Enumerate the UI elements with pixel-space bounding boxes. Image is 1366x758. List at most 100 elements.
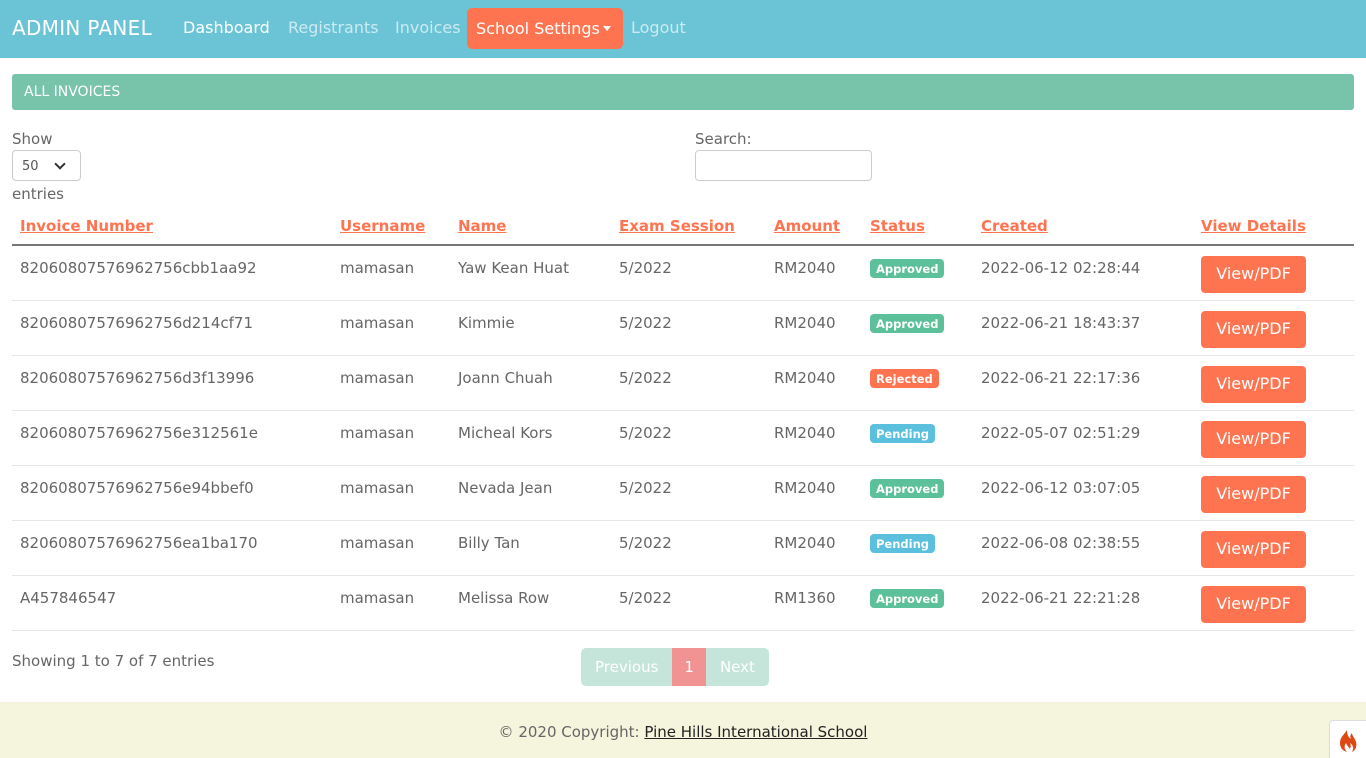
created-date: 2022-06-12 03:07:05: [981, 479, 1141, 497]
view-pdf-button[interactable]: View/PDF: [1201, 366, 1306, 403]
amount: RM2040: [774, 424, 836, 442]
status-badge: Approved: [870, 479, 945, 498]
pagination: Previous 1 Next: [581, 648, 769, 686]
status-badge: Pending: [870, 534, 936, 553]
table-row: A457846547 mamasan Melissa Row 5/2022 RM…: [12, 576, 1354, 631]
view-pdf-button[interactable]: View/PDF: [1201, 531, 1306, 568]
status-badge: Rejected: [870, 369, 939, 388]
copyright-text: © 2020 Copyright:: [498, 723, 645, 741]
entries-length-value: 50: [22, 159, 39, 174]
footer: © 2020 Copyright: Pine Hills Internation…: [0, 702, 1366, 758]
invoice-number: 82060807576962756ea1ba170: [20, 534, 258, 552]
search-input[interactable]: [695, 150, 872, 181]
exam-session: 5/2022: [619, 369, 672, 387]
footer-copyright: © 2020 Copyright: Pine Hills Internation…: [0, 723, 1366, 741]
status-badge: Approved: [870, 314, 945, 333]
search-label: Search:: [695, 130, 752, 148]
caret-down-icon: [602, 26, 611, 31]
col-header-exam-session[interactable]: Exam Session: [619, 217, 735, 235]
registrant-name: Yaw Kean Huat: [458, 259, 569, 277]
col-header-username[interactable]: Username: [340, 217, 425, 235]
exam-session: 5/2022: [619, 479, 672, 497]
show-label: Show: [12, 130, 53, 148]
amount: RM1360: [774, 589, 836, 607]
view-pdf-button[interactable]: View/PDF: [1201, 311, 1306, 348]
invoice-number: A457846547: [20, 589, 117, 607]
school-link[interactable]: Pine Hills International School: [644, 723, 867, 741]
amount: RM2040: [774, 479, 836, 497]
username: mamasan: [340, 534, 415, 552]
username: mamasan: [340, 259, 415, 277]
amount: RM2040: [774, 534, 836, 552]
view-pdf-button[interactable]: View/PDF: [1201, 586, 1306, 623]
col-header-view-details[interactable]: View Details: [1201, 217, 1306, 235]
brand-title[interactable]: ADMIN PANEL: [12, 16, 152, 40]
status-badge: Approved: [870, 589, 945, 608]
registrant-name: Micheal Kors: [458, 424, 553, 442]
exam-session: 5/2022: [619, 314, 672, 332]
table-row: 82060807576962756e312561e mamasan Michea…: [12, 411, 1354, 466]
nav-school-settings-label: School Settings: [476, 19, 600, 38]
nav-registrants[interactable]: Registrants: [288, 18, 379, 37]
status-badge: Pending: [870, 424, 936, 443]
created-date: 2022-06-21 22:17:36: [981, 369, 1141, 387]
invoice-number: 82060807576962756d3f13996: [20, 369, 255, 387]
created-date: 2022-06-21 22:21:28: [981, 589, 1141, 607]
invoice-number: 82060807576962756e312561e: [20, 424, 258, 442]
table-row: 82060807576962756e94bbef0 mamasan Nevada…: [12, 466, 1354, 521]
exam-session: 5/2022: [619, 259, 672, 277]
nav-logout[interactable]: Logout: [631, 18, 686, 37]
entries-label: entries: [12, 185, 64, 203]
codeigniter-flame-icon: [1340, 730, 1357, 752]
entries-length-select[interactable]: 50: [12, 150, 81, 181]
table-row: 82060807576962756d3f13996 mamasan Joann …: [12, 356, 1354, 411]
card-header: ALL INVOICES: [12, 74, 1354, 110]
view-pdf-button[interactable]: View/PDF: [1201, 256, 1306, 293]
amount: RM2040: [774, 314, 836, 332]
table-row: 82060807576962756ea1ba170 mamasan Billy …: [12, 521, 1354, 576]
nav-invoices[interactable]: Invoices: [395, 18, 461, 37]
table-info: Showing 1 to 7 of 7 entries: [12, 652, 215, 670]
col-header-amount[interactable]: Amount: [774, 217, 840, 235]
created-date: 2022-06-08 02:38:55: [981, 534, 1141, 552]
col-header-created[interactable]: Created: [981, 217, 1048, 235]
invoice-number: 82060807576962756cbb1aa92: [20, 259, 257, 277]
username: mamasan: [340, 589, 415, 607]
registrant-name: Billy Tan: [458, 534, 520, 552]
next-page-button[interactable]: Next: [705, 648, 769, 686]
previous-page-button[interactable]: Previous: [581, 648, 673, 686]
col-header-name[interactable]: Name: [458, 217, 506, 235]
created-date: 2022-06-12 02:28:44: [981, 259, 1141, 277]
table-row: 82060807576962756cbb1aa92 mamasan Yaw Ke…: [12, 246, 1354, 301]
page-1-button[interactable]: 1: [672, 648, 706, 686]
chevron-down-icon: [54, 158, 66, 170]
registrant-name: Kimmie: [458, 314, 515, 332]
username: mamasan: [340, 369, 415, 387]
created-date: 2022-06-21 18:43:37: [981, 314, 1141, 332]
exam-session: 5/2022: [619, 424, 672, 442]
top-navbar: ADMIN PANEL Dashboard Registrants Invoic…: [0, 0, 1366, 58]
amount: RM2040: [774, 369, 836, 387]
nav-school-settings-dropdown[interactable]: School Settings: [467, 8, 623, 49]
view-pdf-button[interactable]: View/PDF: [1201, 421, 1306, 458]
registrant-name: Joann Chuah: [458, 369, 553, 387]
nav-dashboard[interactable]: Dashboard: [183, 18, 270, 37]
username: mamasan: [340, 424, 415, 442]
col-header-status[interactable]: Status: [870, 217, 925, 235]
debug-toolbar-button[interactable]: [1329, 720, 1366, 758]
amount: RM2040: [774, 259, 836, 277]
exam-session: 5/2022: [619, 589, 672, 607]
username: mamasan: [340, 479, 415, 497]
registrant-name: Melissa Row: [458, 589, 550, 607]
username: mamasan: [340, 314, 415, 332]
created-date: 2022-05-07 02:51:29: [981, 424, 1141, 442]
table-row: 82060807576962756d214cf71 mamasan Kimmie…: [12, 301, 1354, 356]
col-header-invoice-number[interactable]: Invoice Number: [20, 217, 153, 235]
invoice-number: 82060807576962756d214cf71: [20, 314, 254, 332]
view-pdf-button[interactable]: View/PDF: [1201, 476, 1306, 513]
exam-session: 5/2022: [619, 534, 672, 552]
card-title: ALL INVOICES: [24, 84, 121, 100]
invoice-number: 82060807576962756e94bbef0: [20, 479, 254, 497]
registrant-name: Nevada Jean: [458, 479, 553, 497]
status-badge: Approved: [870, 259, 945, 278]
